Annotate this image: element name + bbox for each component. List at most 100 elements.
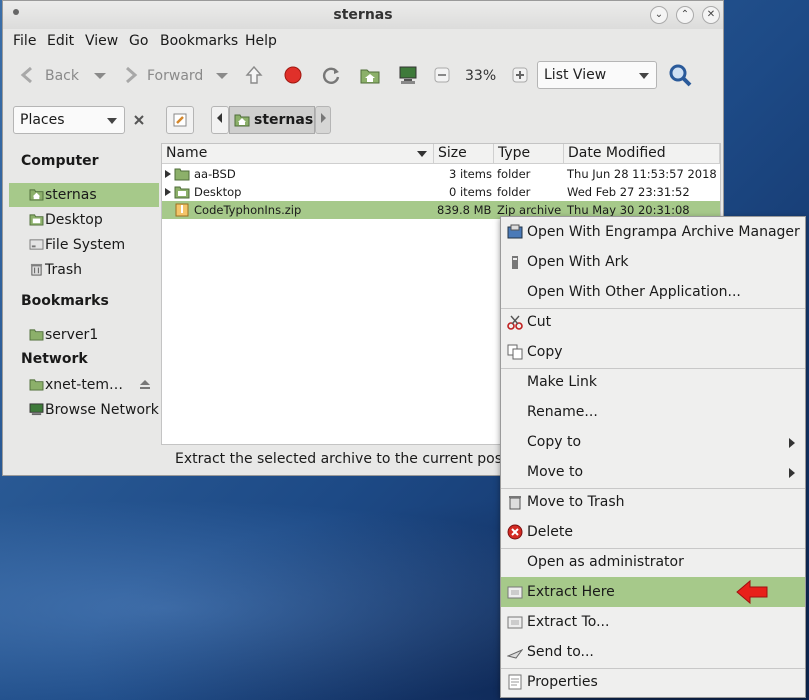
path-scroll-left-button[interactable] — [211, 106, 229, 134]
menu-item-copy-to[interactable]: Copy to — [501, 427, 805, 457]
context-menu: Open With Engrampa Archive Manager Open … — [500, 216, 806, 698]
home-folder-icon[interactable] — [359, 64, 381, 86]
menu-item-cut[interactable]: Cut — [501, 307, 805, 337]
network-icon — [29, 403, 44, 416]
close-icon — [134, 115, 144, 125]
folder-icon — [29, 329, 44, 341]
file-size: 0 items — [449, 185, 492, 199]
zip-archive-icon — [175, 203, 189, 217]
menu-item-extract-to[interactable]: Extract To... — [501, 607, 805, 637]
minimize-button[interactable]: ⌄ — [650, 6, 668, 24]
sidebar-heading-network: Network — [21, 351, 88, 367]
close-button[interactable]: ✕ — [702, 6, 720, 24]
menu-file[interactable]: File — [13, 33, 36, 49]
file-row-aa-bsd[interactable]: aa-BSD 3 items folder Thu Jun 28 11:53:5… — [162, 165, 720, 183]
sidebar-item-label: Trash — [45, 262, 82, 278]
menu-item-open-as-admin[interactable]: Open as administrator — [501, 547, 805, 577]
view-mode-select[interactable]: List View — [537, 61, 657, 89]
column-header-size[interactable]: Size — [434, 144, 494, 164]
menu-item-properties[interactable]: Properties — [501, 667, 805, 697]
file-name: aa-BSD — [194, 167, 236, 181]
path-scroll-right-button[interactable] — [315, 106, 331, 134]
chevron-right-icon — [321, 113, 326, 123]
menu-item-label: Cut — [527, 314, 552, 330]
column-name-label: Name — [166, 145, 208, 161]
send-icon — [507, 649, 523, 659]
sidebar-item-sternas[interactable]: sternas — [9, 183, 159, 207]
ark-icon — [512, 256, 518, 269]
expander-arrow-icon[interactable] — [165, 188, 171, 196]
back-button[interactable]: Back — [45, 63, 79, 89]
maximize-button[interactable]: ⌃ — [676, 6, 694, 24]
back-arrow-icon — [20, 66, 32, 84]
menu-item-open-with-engrampa[interactable]: Open With Engrampa Archive Manager — [501, 217, 805, 247]
path-current-label: sternas — [254, 112, 314, 128]
extract-icon — [507, 616, 523, 629]
title-bar[interactable]: sternas ⌄ ⌃ ✕ — [3, 1, 723, 29]
menu-item-label: Open With Engrampa Archive Manager — [527, 224, 800, 240]
menu-item-delete[interactable]: Delete — [501, 517, 805, 547]
sidebar-item-xnet[interactable]: xnet-tem… — [9, 373, 159, 397]
menu-item-move-to-trash[interactable]: Move to Trash — [501, 487, 805, 517]
file-date: Thu Jun 28 11:53:57 2018 — [567, 167, 717, 181]
forward-button[interactable]: Forward — [147, 63, 203, 89]
chevron-down-icon — [639, 73, 649, 79]
menu-item-send-to[interactable]: Send to... — [501, 637, 805, 667]
sidebar-item-server1[interactable]: server1 — [9, 323, 159, 347]
menu-item-make-link[interactable]: Make Link — [501, 367, 805, 397]
column-header-type[interactable]: Type — [494, 144, 564, 164]
archive-manager-icon — [507, 224, 523, 239]
path-button-sternas[interactable]: sternas — [229, 106, 315, 134]
edit-pencil-icon — [173, 113, 187, 127]
column-header-date[interactable]: Date Modified — [564, 144, 720, 164]
forward-history-chevron-icon[interactable] — [211, 64, 233, 86]
menu-help[interactable]: Help — [245, 33, 277, 49]
back-history-chevron-icon[interactable] — [89, 64, 111, 86]
stop-icon[interactable] — [282, 64, 304, 86]
close-sidebar-button[interactable] — [127, 106, 151, 134]
up-arrow-icon[interactable] — [243, 64, 265, 86]
submenu-arrow-icon — [789, 438, 795, 448]
toolbar: Back Forward 33% List View — [3, 53, 723, 99]
menu-item-label: Extract Here — [527, 584, 615, 600]
menu-item-open-with-other[interactable]: Open With Other Application... — [501, 277, 805, 307]
chevron-down-icon — [107, 118, 117, 124]
window-title: sternas — [333, 7, 393, 23]
menu-bookmarks[interactable]: Bookmarks — [160, 33, 238, 49]
menu-item-open-with-ark[interactable]: Open With Ark — [501, 247, 805, 277]
trash-icon — [30, 263, 43, 276]
menu-go[interactable]: Go — [129, 33, 148, 49]
red-pointer-arrow-icon — [736, 579, 768, 605]
menu-view[interactable]: View — [85, 33, 118, 49]
extract-icon — [507, 586, 523, 599]
menu-item-label: Properties — [527, 674, 598, 690]
column-header-name[interactable]: Name — [162, 144, 434, 164]
toggle-location-entry-button[interactable] — [166, 106, 194, 134]
sidebar-item-trash[interactable]: Trash — [9, 258, 159, 282]
menu-item-move-to[interactable]: Move to — [501, 457, 805, 487]
menu-edit[interactable]: Edit — [47, 33, 74, 49]
sidebar-item-desktop[interactable]: Desktop — [9, 208, 159, 232]
sidebar-item-label: sternas — [45, 187, 97, 203]
file-type: folder — [497, 185, 531, 199]
eject-icon[interactable] — [139, 379, 151, 390]
sidebar-item-label: Browse Network — [45, 402, 159, 418]
home-folder-icon — [234, 114, 250, 127]
expander-arrow-icon[interactable] — [165, 170, 171, 178]
menu-item-label: Open as administrator — [527, 554, 684, 570]
sidebar-item-browse-network[interactable]: Browse Network — [9, 398, 159, 422]
sidebar-item-file-system[interactable]: File System — [9, 233, 159, 257]
menu-item-copy[interactable]: Copy — [501, 337, 805, 367]
menu-item-rename[interactable]: Rename... — [501, 397, 805, 427]
search-icon[interactable] — [667, 62, 693, 88]
zoom-in-icon[interactable] — [509, 64, 531, 86]
reload-icon[interactable] — [320, 64, 342, 86]
zoom-level: 33% — [465, 68, 497, 84]
drive-icon — [29, 239, 44, 250]
file-name: CodeTyphonIns.zip — [194, 203, 302, 217]
menu-item-label: Move to — [527, 464, 584, 480]
sidebar-mode-select[interactable]: Places — [13, 106, 125, 134]
file-row-desktop[interactable]: Desktop 0 items folder Wed Feb 27 23:31:… — [162, 183, 720, 217]
computer-icon[interactable] — [397, 64, 419, 86]
zoom-out-icon[interactable] — [431, 64, 453, 86]
